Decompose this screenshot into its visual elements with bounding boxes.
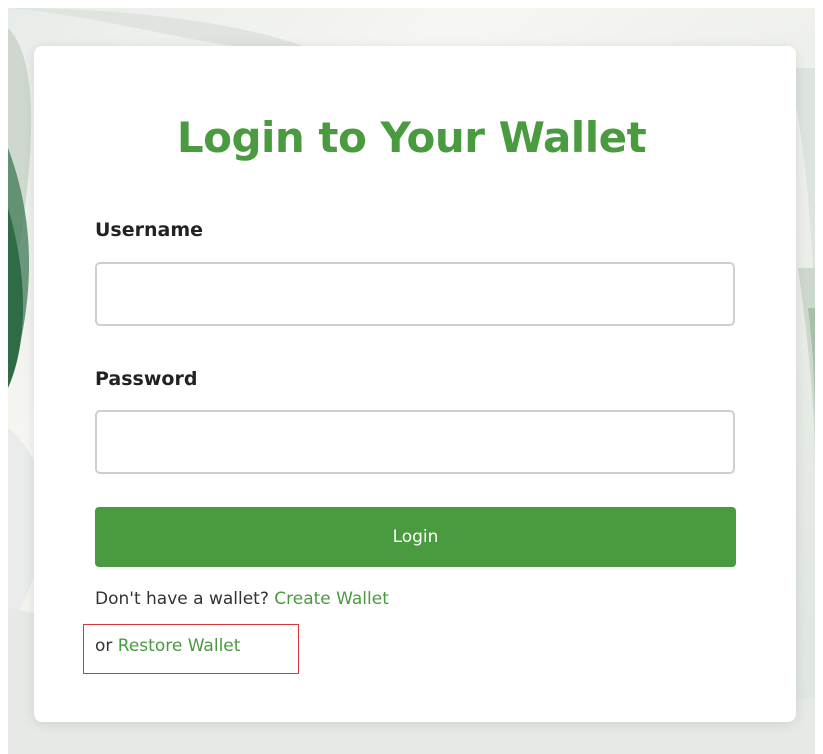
page-title: Login to Your Wallet [176, 113, 647, 162]
login-button[interactable]: Login [95, 507, 736, 567]
no-wallet-text: Don't have a wallet? [95, 589, 269, 609]
password-input[interactable] [95, 410, 735, 474]
create-wallet-link[interactable]: Create Wallet [274, 589, 389, 609]
create-wallet-line: Don't have a wallet? Create Wallet [95, 588, 389, 610]
restore-wallet-highlight [83, 624, 299, 674]
page: Login to Your Wallet Username Password L… [0, 0, 823, 754]
password-label: Password [95, 368, 198, 390]
username-label: Username [95, 219, 204, 241]
username-input[interactable] [95, 262, 735, 326]
